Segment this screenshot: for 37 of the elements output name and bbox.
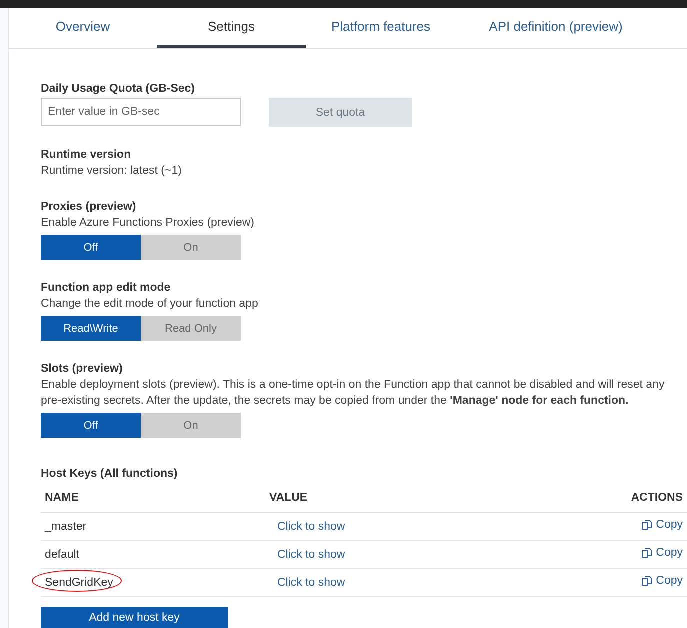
column-header: VALUE bbox=[265, 484, 512, 512]
section-title: Host Keys (All functions) bbox=[41, 468, 179, 480]
show-value-link[interactable]: Click to show bbox=[277, 576, 346, 588]
quota-input[interactable]: Enter value in GB-sec bbox=[41, 98, 241, 126]
show-value-link[interactable]: Click to show bbox=[277, 548, 346, 560]
copy-icon bbox=[641, 519, 654, 531]
copy-icon bbox=[641, 575, 654, 587]
column-header: NAME bbox=[41, 484, 266, 512]
section-title: Runtime version bbox=[41, 149, 132, 161]
toggle-option[interactable]: Off bbox=[41, 413, 141, 438]
section-description: Change the edit mode of your function app bbox=[41, 297, 260, 312]
tab[interactable]: Overview bbox=[9, 8, 157, 48]
section-title: Proxies (preview) bbox=[41, 201, 138, 213]
tab[interactable]: Settings bbox=[157, 8, 306, 48]
key-name: default bbox=[45, 548, 80, 560]
section-description: Enable deployment slots (preview). This is a one-time opt-in on the Function app that cannot be disabled and will reset any pre-existing secrets. After the update, the secrets may be copied from under the 'Manage' node for each function. bbox=[41, 378, 666, 409]
key-name: _master bbox=[45, 520, 87, 532]
copy-button[interactable]: Copy bbox=[641, 519, 683, 531]
copy-button[interactable]: Copy bbox=[641, 547, 683, 559]
add-host-key-button[interactable]: Add new host key bbox=[41, 607, 228, 628]
runtime-text: Runtime version: latest (~1) bbox=[41, 164, 183, 179]
tab[interactable]: Platform features bbox=[306, 8, 456, 48]
toggle-option[interactable]: On bbox=[141, 235, 241, 260]
section-title: Slots (preview) bbox=[41, 363, 124, 375]
column-header: ACTIONS bbox=[511, 484, 687, 512]
tab[interactable]: API definition (preview) bbox=[456, 8, 656, 48]
toggle-option[interactable]: Read\Write bbox=[41, 316, 141, 341]
copy-icon bbox=[641, 547, 654, 559]
field-label: Daily Usage Quota (GB-Sec) bbox=[41, 83, 196, 95]
section-description: Enable Azure Functions Proxies (preview) bbox=[41, 216, 256, 231]
toggle-option[interactable]: Read Only bbox=[141, 316, 241, 341]
toggle-option[interactable]: On bbox=[141, 413, 241, 438]
show-value-link[interactable]: Click to show bbox=[277, 520, 346, 532]
copy-button[interactable]: Copy bbox=[641, 575, 683, 587]
section-title: Function app edit mode bbox=[41, 282, 172, 294]
toggle-option[interactable]: Off bbox=[41, 235, 141, 260]
key-name: SendGridKey bbox=[45, 576, 114, 588]
